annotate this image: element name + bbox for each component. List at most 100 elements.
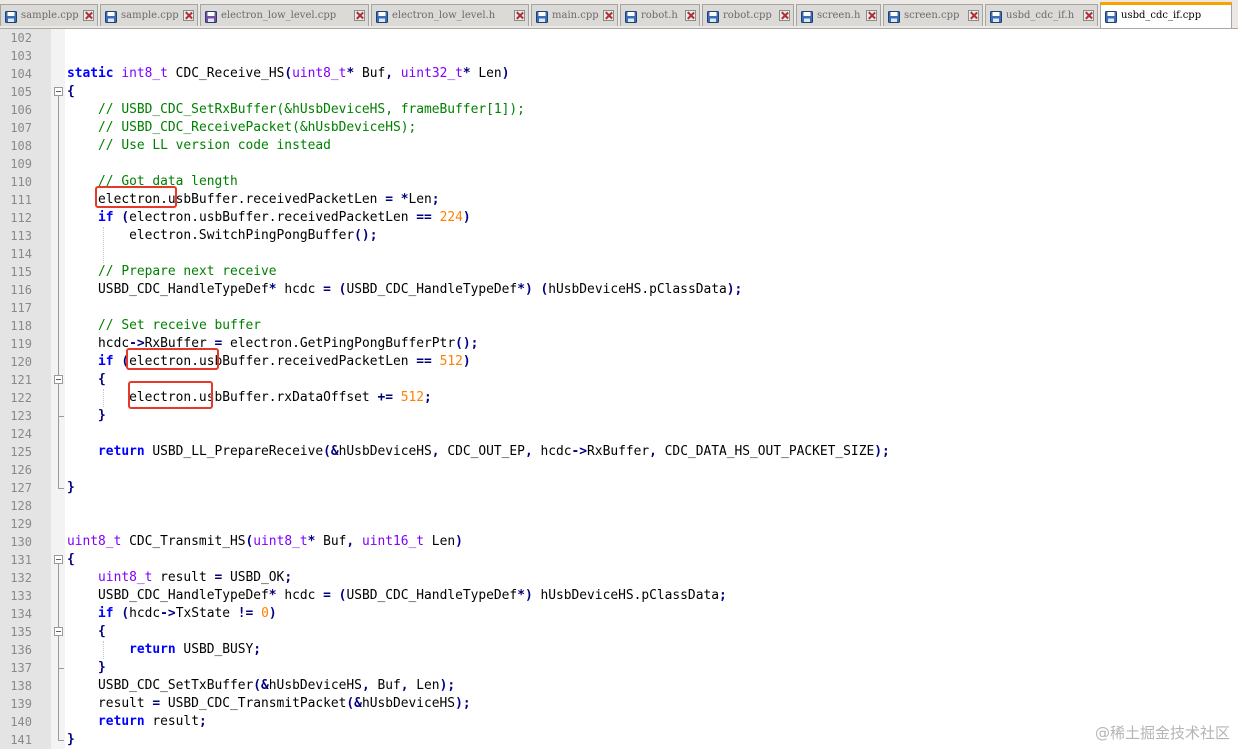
code-text[interactable]: // USBD_CDC_SetRxBuffer(&hUsbDeviceHS, f… <box>67 101 525 119</box>
code-line: 103 <box>0 47 1238 65</box>
tab-robot-h[interactable]: robot.h <box>620 4 700 26</box>
code-text[interactable]: electron.usbBuffer.rxDataOffset += 512; <box>67 389 432 407</box>
tab-sample-cpp[interactable]: sample.cpp <box>0 4 98 26</box>
tab-label: electron_low_level.cpp <box>221 10 337 21</box>
tab-label: robot.cpp <box>723 10 772 21</box>
code-text[interactable]: USBD_CDC_HandleTypeDef* hcdc = (USBD_CDC… <box>67 587 727 605</box>
line-number: 119 <box>10 337 32 351</box>
line-number: 121 <box>10 373 32 387</box>
save-disk-icon <box>5 10 17 26</box>
close-tab-icon[interactable] <box>968 10 979 21</box>
tab-electron-low-level-h[interactable]: electron_low_level.h <box>371 4 529 26</box>
line-number: 136 <box>10 643 32 657</box>
fold-line <box>58 96 59 488</box>
save-disk-icon <box>888 10 900 26</box>
line-number: 130 <box>10 535 32 549</box>
tab-label: usbd_cdc_if.h <box>1006 10 1075 21</box>
line-number: 107 <box>10 121 32 135</box>
highlight-box <box>126 348 219 370</box>
tab-label: sample.cpp <box>121 10 179 21</box>
close-tab-icon[interactable] <box>1083 10 1094 21</box>
tab-usbd-cdc-if-h[interactable]: usbd_cdc_if.h <box>985 4 1098 26</box>
code-line: 123 } <box>0 407 1238 425</box>
line-number: 125 <box>10 445 32 459</box>
line-number: 129 <box>10 517 32 531</box>
code-line: 124 <box>0 425 1238 443</box>
tab-main-cpp[interactable]: main.cpp <box>531 4 618 26</box>
fold-end-marker <box>58 668 64 669</box>
close-tab-icon[interactable] <box>183 10 194 21</box>
code-text[interactable]: // Set receive buffer <box>67 317 261 335</box>
code-text[interactable]: result = USBD_CDC_TransmitPacket(&hUsbDe… <box>67 695 471 713</box>
tab-sample-cpp[interactable]: sample.cpp <box>100 4 198 26</box>
line-number: 122 <box>10 391 32 405</box>
code-editor[interactable]: 102 103 104 static int8_t CDC_Receive_HS(ui… <box>0 29 1238 749</box>
line-number: 116 <box>10 283 32 297</box>
code-text[interactable]: return result; <box>67 713 207 731</box>
fold-collapse-icon[interactable] <box>54 627 63 636</box>
code-text[interactable]: } <box>67 659 106 677</box>
close-tab-icon[interactable] <box>779 10 790 21</box>
line-number: 111 <box>10 193 32 207</box>
tab-screen-cpp[interactable]: screen.cpp <box>883 4 983 26</box>
code-line: 125 return USBD_LL_PrepareReceive(&hUsbD… <box>0 443 1238 461</box>
code-text[interactable]: // Use LL version code instead <box>67 137 331 155</box>
code-text[interactable]: { <box>67 83 75 101</box>
code-line: 131 { <box>0 551 1238 569</box>
fold-collapse-icon[interactable] <box>54 555 63 564</box>
line-number: 120 <box>10 355 32 369</box>
tab-robot-cpp[interactable]: robot.cpp <box>702 4 794 26</box>
close-tab-icon[interactable] <box>685 10 696 21</box>
code-text[interactable]: // Prepare next receive <box>67 263 277 281</box>
code-text[interactable]: static int8_t CDC_Receive_HS(uint8_t* Bu… <box>67 65 509 83</box>
code-line: 141} <box>0 731 1238 749</box>
code-line: 138 USBD_CDC_SetTxBuffer(&hUsbDeviceHS, … <box>0 677 1238 695</box>
code-line: 108 // Use LL version code instead <box>0 137 1238 155</box>
fold-collapse-icon[interactable] <box>54 87 63 96</box>
close-tab-icon[interactable] <box>866 10 877 21</box>
close-tab-icon[interactable] <box>603 10 614 21</box>
code-text[interactable]: uint8_t result = USBD_OK; <box>67 569 292 587</box>
line-number: 108 <box>10 139 32 153</box>
highlight-box <box>128 381 213 409</box>
close-tab-icon[interactable] <box>514 10 525 21</box>
code-line: 139 result = USBD_CDC_TransmitPacket(&hU… <box>0 695 1238 713</box>
code-text[interactable]: } <box>67 479 75 497</box>
code-text[interactable]: if (hcdc->TxState != 0) <box>67 605 277 623</box>
code-line: 130 uint8_t CDC_Transmit_HS(uint8_t* Buf,… <box>0 533 1238 551</box>
code-text[interactable]: } <box>67 731 75 749</box>
fold-collapse-icon[interactable] <box>54 375 63 384</box>
save-disk-icon <box>990 10 1002 26</box>
tab-electron-low-level-cpp[interactable]: electron_low_level.cpp <box>200 4 369 26</box>
close-tab-icon[interactable] <box>354 10 365 21</box>
code-text[interactable]: { <box>67 371 106 389</box>
code-line: 109 <box>0 155 1238 173</box>
code-line: 133 USBD_CDC_HandleTypeDef* hcdc = (USBD… <box>0 587 1238 605</box>
line-number: 140 <box>10 715 32 729</box>
line-number: 139 <box>10 697 32 711</box>
code-text[interactable]: // USBD_CDC_ReceivePacket(&hUsbDeviceHS)… <box>67 119 416 137</box>
tab-usbd-cdc-if-cpp[interactable]: usbd_cdc_if.cpp <box>1100 2 1232 28</box>
indent-guide <box>103 389 104 407</box>
code-text[interactable]: if (electron.usbBuffer.receivedPacketLen… <box>67 209 471 227</box>
code-line: 116 USBD_CDC_HandleTypeDef* hcdc = (USBD… <box>0 281 1238 299</box>
line-number: 132 <box>10 571 32 585</box>
line-number: 106 <box>10 103 32 117</box>
tab-screen-h[interactable]: screen.h <box>796 4 881 26</box>
code-text[interactable]: USBD_CDC_SetTxBuffer(&hUsbDeviceHS, Buf,… <box>67 677 455 695</box>
code-text[interactable]: return USBD_LL_PrepareReceive(&hUsbDevic… <box>67 443 890 461</box>
code-text[interactable]: { <box>67 551 75 569</box>
code-line: 104 static int8_t CDC_Receive_HS(uint8_t*… <box>0 65 1238 83</box>
code-text[interactable]: electron.SwitchPingPongBuffer(); <box>67 227 377 245</box>
save-disk-icon <box>707 10 719 26</box>
close-tab-icon[interactable] <box>83 10 94 21</box>
code-text[interactable]: return USBD_BUSY; <box>67 641 261 659</box>
code-line: 111 electron.usbBuffer.receivedPacketLen… <box>0 191 1238 209</box>
code-text[interactable]: USBD_CDC_HandleTypeDef* hcdc = (USBD_CDC… <box>67 281 742 299</box>
code-text[interactable]: { <box>67 623 106 641</box>
code-text[interactable]: } <box>67 407 106 425</box>
line-number: 135 <box>10 625 32 639</box>
code-text[interactable]: uint8_t CDC_Transmit_HS(uint8_t* Buf, ui… <box>67 533 463 551</box>
code-line: 127} <box>0 479 1238 497</box>
line-number: 114 <box>10 247 32 261</box>
